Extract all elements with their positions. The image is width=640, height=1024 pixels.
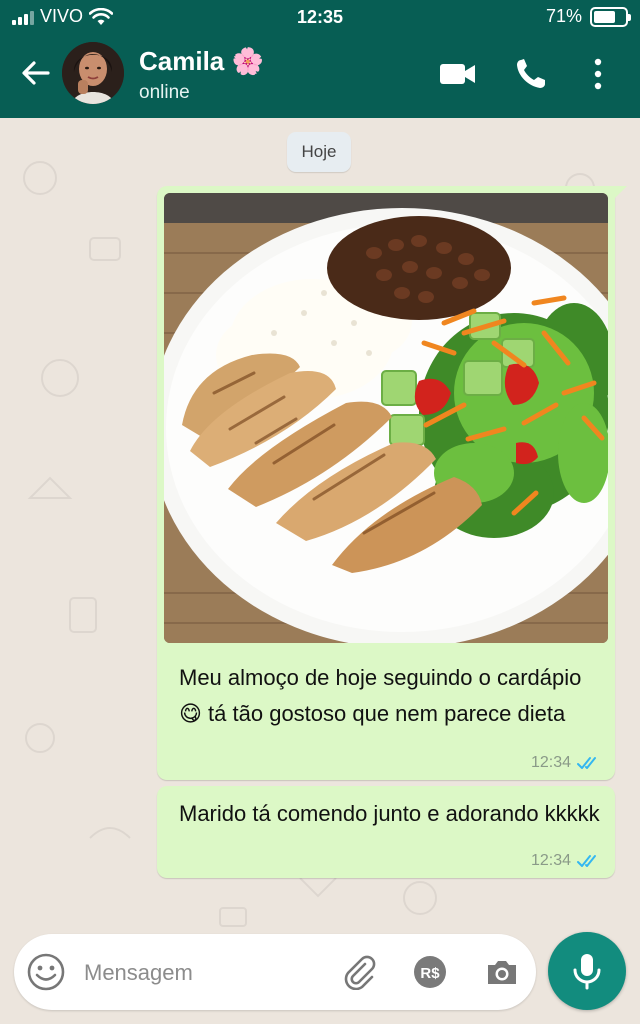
camera-icon[interactable] (484, 954, 520, 990)
message-time: 12:34 (530, 754, 571, 771)
message-time: 12:34 (530, 852, 571, 869)
date-chip: Hoje (287, 132, 351, 172)
avatar[interactable] (62, 42, 124, 104)
chat-header: Camila 🌸 online (0, 34, 640, 118)
emoji-icon[interactable] (26, 952, 66, 992)
double-check-read-icon (577, 757, 596, 769)
message-meta: 12:34 (531, 852, 601, 870)
payment-label: R$ (420, 965, 440, 982)
mic-icon (573, 954, 601, 990)
double-check-read-icon (577, 855, 596, 867)
top-bar: VIVO 12:35 71% Camila 🌸 online (0, 0, 640, 118)
contact-name[interactable]: Camila 🌸 (139, 46, 264, 77)
presence-status: online (139, 82, 190, 103)
message-text: Marido tá comendo junto e adorando kkkkk (179, 801, 600, 826)
more-vert-icon[interactable] (580, 56, 616, 92)
chat-area[interactable]: Hoje Meu almoço de hoje seguindo o cardá… (0, 118, 640, 934)
battery-fill (594, 10, 616, 23)
message-meta: 12:34 (531, 754, 601, 772)
battery-percent: 71% (545, 6, 582, 26)
attach-icon[interactable] (341, 954, 377, 990)
bubble-tail (613, 186, 627, 200)
phone-icon[interactable] (512, 56, 552, 92)
message-composer: R$ (14, 934, 536, 1010)
back-arrow-icon[interactable] (18, 56, 52, 90)
mic-button[interactable] (548, 932, 626, 1010)
clock: 12:35 (296, 7, 344, 27)
message-text: Meu almoço de hoje seguindo o cardápio 😋… (179, 665, 582, 726)
battery-group: 71% (545, 6, 631, 27)
status-bar: VIVO 12:35 71% (0, 0, 640, 34)
message-input[interactable] (84, 958, 324, 988)
battery-icon (590, 6, 631, 27)
message-bubble-image[interactable]: Meu almoço de hoje seguindo o cardápio 😋… (157, 186, 627, 780)
video-call-icon[interactable] (438, 56, 478, 92)
payment-icon[interactable]: R$ (412, 954, 448, 990)
meal-photo[interactable] (164, 193, 608, 643)
message-bubble-text[interactable]: Marido tá comendo junto e adorando kkkkk… (157, 786, 615, 878)
